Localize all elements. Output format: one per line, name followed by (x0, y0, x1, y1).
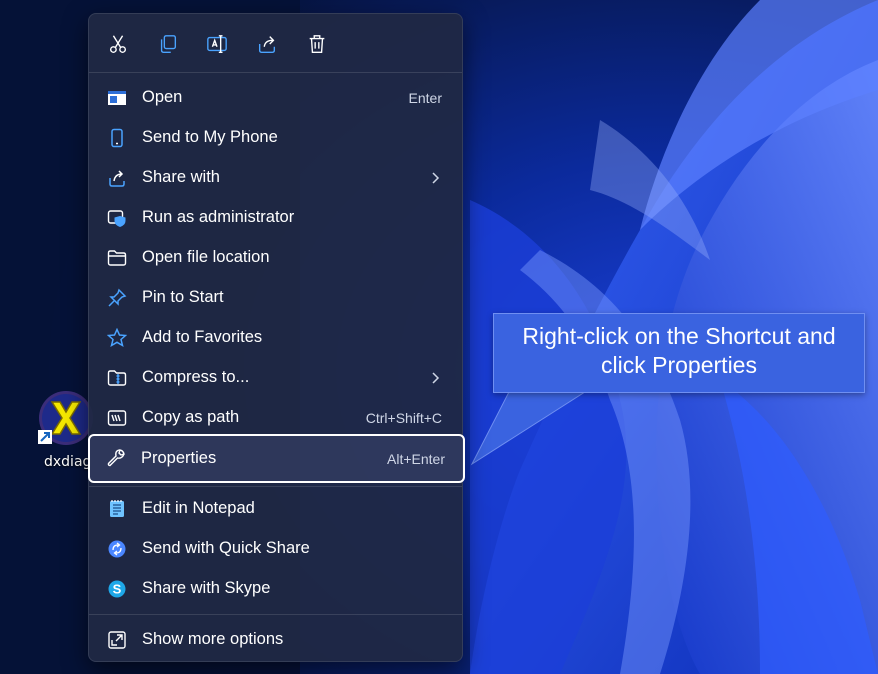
expand-icon (107, 630, 127, 650)
callout-line-1: Right-click on the Shortcut and (522, 323, 836, 349)
path-icon (107, 408, 127, 428)
menu-item-properties[interactable]: Properties Alt+Enter (88, 434, 465, 483)
menu-item-shortcut: Enter (408, 90, 442, 106)
wrench-icon (106, 448, 126, 468)
notepad-icon (107, 499, 127, 519)
menu-item-label: Share with (142, 168, 220, 186)
menu-item-send-to-my-phone[interactable]: Send to My Phone (91, 119, 460, 157)
menu-item-label: Send to My Phone (142, 128, 278, 146)
menu-item-label: Send with Quick Share (142, 539, 310, 557)
callout-text: Right-click on the Shortcut and click Pr… (494, 322, 864, 380)
menu-item-label: Compress to... (142, 368, 250, 386)
rename-button[interactable] (200, 28, 234, 60)
chevron-right-icon (432, 172, 440, 184)
menu-item-send-with-quick-share[interactable]: Send with Quick Share (91, 530, 460, 568)
copy-icon (160, 35, 177, 53)
shield-icon (107, 208, 127, 228)
menu-item-open[interactable]: Open Enter (91, 79, 460, 117)
copy-button[interactable] (151, 28, 185, 60)
share-icon (258, 36, 276, 53)
rename-icon (207, 35, 227, 53)
menu-item-label: Copy as path (142, 408, 240, 426)
chevron-right-icon (432, 372, 440, 384)
menu-item-pin-to-start[interactable]: Pin to Start (91, 279, 460, 317)
menu-item-run-as-administrator[interactable]: Run as administrator (91, 199, 460, 237)
menu-item-compress-to[interactable]: Compress to... (91, 359, 460, 397)
menu-item-share-with[interactable]: Share with (91, 159, 460, 197)
menu-item-label: Edit in Notepad (142, 499, 255, 517)
context-menu-toolbar (89, 14, 462, 72)
callout-pointer (470, 389, 590, 466)
menu-item-show-more-options[interactable]: Show more options (91, 621, 460, 659)
menu-item-share-with-skype[interactable]: S Share with Skype (91, 570, 460, 608)
menu-item-shortcut: Ctrl+Shift+C (365, 410, 442, 426)
menu-item-label: Add to Favorites (142, 328, 263, 346)
menu-item-label: Open (142, 88, 183, 106)
menu-item-label: Run as administrator (142, 208, 295, 226)
delete-button[interactable] (300, 28, 334, 60)
menu-item-copy-as-path[interactable]: Copy as path Ctrl+Shift+C (91, 399, 460, 437)
menu-item-label: Show more options (142, 630, 284, 648)
menu-divider (89, 614, 462, 615)
folder-icon (107, 248, 127, 268)
menu-item-edit-in-notepad[interactable]: Edit in Notepad (91, 490, 460, 528)
svg-text:S: S (113, 582, 122, 597)
cut-button[interactable] (101, 28, 135, 60)
quick-share-icon (107, 539, 127, 559)
menu-item-label: Properties (141, 449, 217, 467)
share-button[interactable] (250, 28, 284, 60)
menu-item-add-to-favorites[interactable]: Add to Favorites (91, 319, 460, 357)
menu-item-label: Share with Skype (142, 579, 271, 597)
scissors-icon (109, 35, 127, 53)
context-menu: Open Enter Send to My Phone Share with R… (88, 13, 465, 662)
directx-icon (38, 391, 93, 445)
trash-icon (309, 35, 325, 53)
phone-icon (107, 128, 127, 148)
window-icon (107, 88, 127, 108)
pin-icon (107, 288, 127, 308)
share-icon (107, 168, 127, 188)
skype-icon: S (107, 579, 127, 599)
menu-divider (89, 486, 462, 487)
callout-annotation: Right-click on the Shortcut and click Pr… (493, 313, 865, 393)
toolbar-divider (89, 72, 462, 73)
menu-item-label: Pin to Start (142, 288, 224, 306)
menu-item-label: Open file location (142, 248, 270, 266)
callout-line-2: click Properties (601, 352, 757, 378)
zip-folder-icon (107, 368, 127, 388)
menu-item-open-file-location[interactable]: Open file location (91, 239, 460, 277)
desktop-shortcut-label: dxdiag (44, 454, 92, 470)
menu-item-shortcut: Alt+Enter (387, 451, 445, 467)
star-icon (107, 328, 127, 348)
